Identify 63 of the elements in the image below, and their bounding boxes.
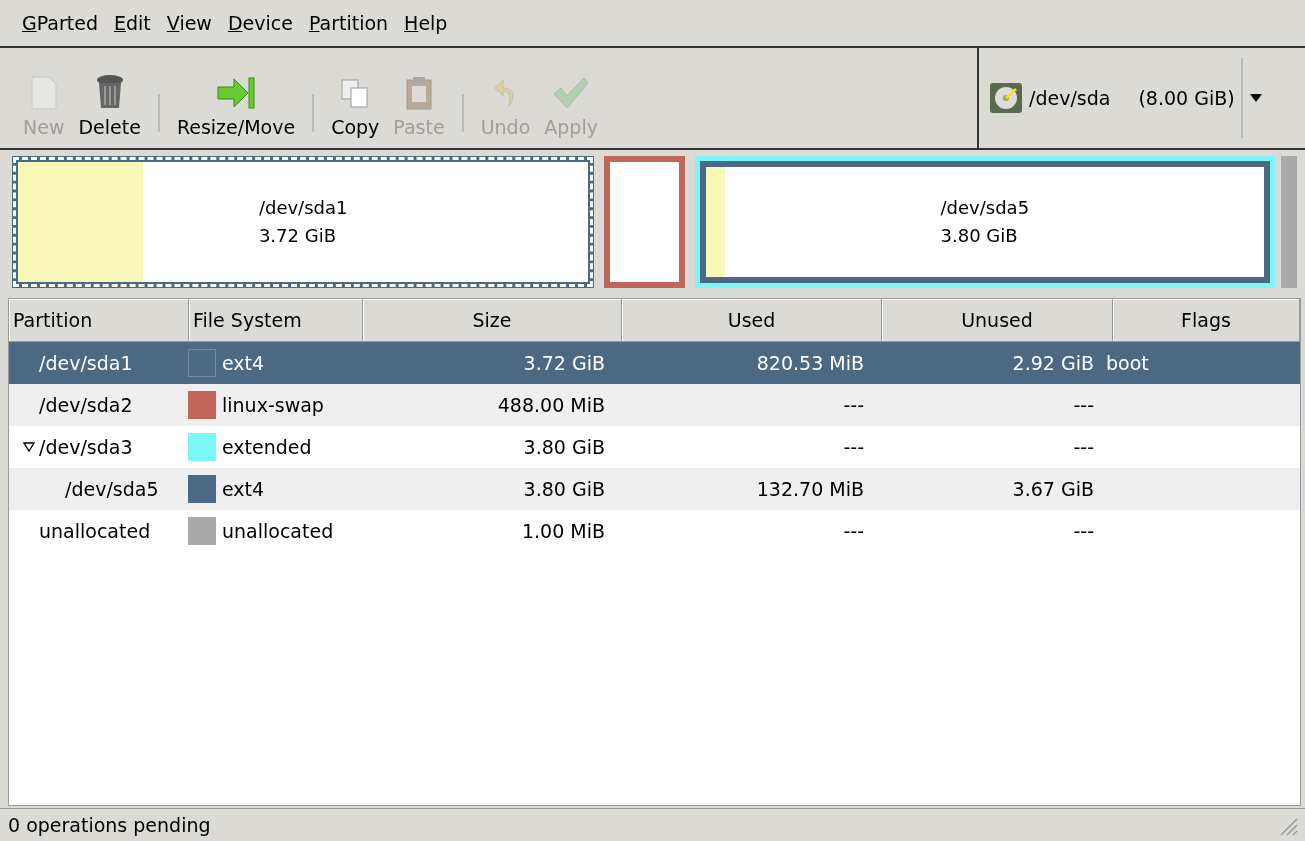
table-cell: 1.00 MiB (521, 520, 605, 542)
trash-can-icon (94, 74, 125, 110)
table-cell: 488.00 MiB (497, 394, 605, 416)
table-row[interactable]: unallocated unallocated 1.00 MiB --- --- (9, 510, 1300, 552)
menu-item[interactable]: Partition (300, 12, 397, 34)
table-cell: 132.70 MiB (756, 478, 864, 500)
copy-icon (340, 78, 371, 110)
table-cell: 3.80 GiB (523, 436, 605, 458)
table-cell: ext4 (222, 478, 265, 500)
dropdown-arrow-icon (1248, 93, 1263, 103)
column-header[interactable]: Used (622, 299, 882, 341)
blank-page-icon (29, 76, 58, 110)
table-row[interactable]: /dev/sda3 extended 3.80 GiB --- --- (9, 426, 1300, 468)
table-cell: 3.72 GiB (523, 352, 605, 374)
table-row[interactable]: /dev/sda5 ext4 3.80 GiB 132.70 MiB 3.67 GiB (9, 468, 1300, 510)
table-cell: --- (1073, 436, 1094, 458)
status-text: 0 operations pending (8, 814, 211, 836)
expander-icon[interactable] (23, 442, 35, 452)
arrow-to-bar-icon (216, 76, 256, 110)
table-cell: extended (222, 436, 312, 458)
scrollbar[interactable] (1281, 156, 1297, 288)
device-size: (8.00 GiB) (1138, 87, 1235, 109)
device-name: /dev/sda (1029, 87, 1111, 109)
menu-item[interactable]: GParted (14, 12, 106, 34)
column-header[interactable]: Partition (9, 299, 189, 341)
delete-button[interactable]: Delete (71, 48, 148, 148)
partition-block[interactable] (604, 156, 685, 288)
table-cell: unallocated (222, 520, 334, 542)
copy-button[interactable]: Copy (324, 48, 387, 148)
table-cell: --- (843, 394, 864, 416)
table-cell: /dev/sda3 (39, 436, 133, 458)
table-cell: /dev/sda2 (39, 394, 133, 416)
table-cell: --- (1073, 394, 1094, 416)
clipboard-icon (404, 76, 433, 110)
table-row[interactable]: /dev/sda1 ext4 3.72 GiB 820.53 MiB 2.92 GiB boot (9, 342, 1300, 384)
table-cell: 3.67 GiB (1012, 478, 1094, 500)
menu-item[interactable]: Help (396, 12, 456, 34)
device-selector[interactable]: /dev/sda (8.00 GiB) (979, 48, 1305, 148)
table-cell: 2.92 GiB (1012, 352, 1094, 374)
table-cell: 3.80 GiB (523, 478, 605, 500)
menu-item[interactable]: Device (219, 12, 301, 34)
partition-block[interactable]: /dev/sda1 3.72 GiB (12, 156, 595, 288)
partition-label: /dev/sda1 3.72 GiB (258, 196, 348, 248)
table-cell: unallocated (39, 520, 151, 542)
column-header[interactable]: Size (363, 299, 622, 341)
table-cell: boot (1106, 352, 1149, 374)
table-cell: --- (843, 520, 864, 542)
table-cell: linux-swap (222, 394, 324, 416)
menu-item[interactable]: View (158, 12, 220, 34)
resize-button[interactable]: Resize/Move (169, 48, 303, 148)
table-cell: /dev/sda5 (65, 478, 159, 500)
menu-item[interactable]: Edit (106, 12, 159, 34)
table-cell: ext4 (222, 352, 265, 374)
table-cell: /dev/sda1 (39, 352, 133, 374)
column-header[interactable]: Unused (882, 299, 1113, 341)
partition-label: /dev/sda5 3.80 GiB (940, 196, 1030, 248)
table-row[interactable]: /dev/sda2 linux-swap 488.00 MiB --- --- (9, 384, 1300, 426)
column-header[interactable]: File System (189, 299, 363, 341)
column-header[interactable]: Flags (1113, 299, 1300, 341)
checkmark-icon (552, 76, 591, 110)
table-cell: --- (843, 436, 864, 458)
table-cell: 820.53 MiB (756, 352, 864, 374)
table-cell: --- (1073, 520, 1094, 542)
